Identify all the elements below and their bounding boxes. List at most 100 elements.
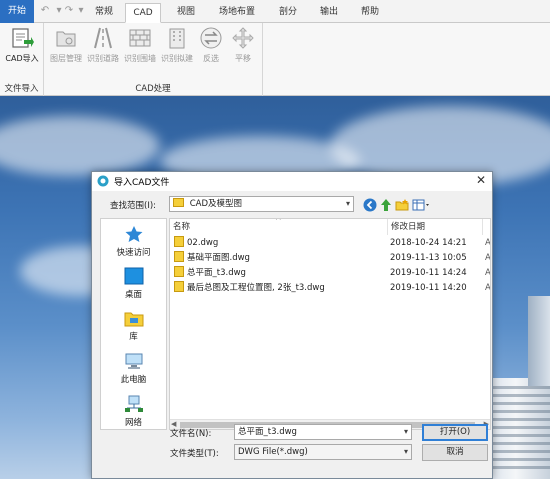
file-name: 最后总图及工程位置图, 2张_t3.dwg [187,283,325,293]
place-label: 桌面 [124,290,142,300]
tab-cad[interactable]: CAD [125,3,161,23]
tab-view[interactable]: 视图 [166,3,206,23]
look-in-dropdown[interactable]: CAD及模型图 ▾ [169,196,354,212]
place-this-pc[interactable]: 此电脑 [101,352,166,385]
file-name-label: 文件名(N): [170,429,212,439]
file-date: 2019-11-13 10:05 [390,253,467,263]
group-file-import: CAD导入 文件导入 [0,23,44,96]
file-name: 02.dwg [187,238,219,248]
file-type-label: 文件类型(T): [170,449,219,459]
sort-ascending-icon: ^ [275,218,282,225]
place-library[interactable]: 库 [101,309,166,342]
building-recognize-button[interactable]: 识别拟建 [159,26,195,64]
look-in-value: CAD及模型图 [189,199,242,209]
view-menu-icon[interactable] [412,198,430,212]
dwg-file-icon [174,266,184,277]
start-menu-button[interactable]: 开始 [0,0,34,23]
invert-select-icon [200,27,222,49]
file-type-value: DWG File(*.dwg) [238,447,308,457]
open-button[interactable]: 打开(O) [422,424,488,441]
back-icon[interactable] [363,198,377,212]
place-quick-access[interactable]: 快速访问 [101,225,166,258]
file-name: 总平面_t3.dwg [187,268,246,278]
road-recognize-label: 识别道路 [87,54,119,63]
wall-recognize-icon [129,29,151,47]
look-in-label: 查找范围(I): [110,201,157,211]
cancel-button[interactable]: 取消 [422,444,488,461]
ribbon-tab-bar: 开始 ↶ ▾ ↷ ▾ 常规 CAD 视图 场地布置 剖分 输出 帮助 [0,0,550,23]
cad-import-icon [12,28,34,48]
place-label: 网络 [124,418,142,428]
tab-general[interactable]: 常规 [86,3,122,23]
column-header-date[interactable]: 修改日期 [388,219,483,235]
place-label: 此电脑 [120,375,147,385]
place-desktop[interactable]: 桌面 [101,267,166,300]
invert-select-button[interactable]: 反选 [196,26,226,64]
network-icon [124,395,143,412]
group-label-file-import: 文件导入 [4,84,39,94]
layer-manage-button[interactable]: 图层管理 [48,26,84,64]
file-type-cell: A [485,283,491,293]
star-icon [125,226,142,242]
group-label-cad-process: CAD处理 [135,84,171,94]
dwg-file-icon [174,236,184,247]
chevron-down-icon: ▾ [403,447,408,456]
building-recognize-label: 识别拟建 [161,54,193,63]
close-icon[interactable]: ✕ [476,173,486,187]
computer-icon [125,353,142,369]
group-cad-process: 图层管理 识别道路 识别围墙 识别拟建 反选 平移 CAD处理 [44,23,263,96]
invert-select-label: 反选 [203,54,219,63]
new-folder-icon[interactable] [395,198,409,212]
layer-manage-label: 图层管理 [50,54,82,63]
place-network[interactable]: 网络 [101,395,166,428]
desktop-icon [124,267,143,285]
file-row[interactable]: 基础平面图.dwg 2019-11-13 10:05 A [170,251,491,266]
file-row[interactable]: 最后总图及工程位置图, 2张_t3.dwg 2019-10-11 14:20 A [170,281,491,296]
file-date: 2018-10-24 14:21 [390,238,467,248]
move-label: 平移 [235,54,251,63]
file-type-cell: A [485,268,491,278]
dialog-title-bar[interactable]: 导入CAD文件 ✕ [92,172,492,191]
file-row[interactable]: 02.dwg 2018-10-24 14:21 A [170,236,491,251]
app-icon [97,175,109,187]
undo-icon[interactable]: ↶ [38,5,52,17]
building-recognize-icon [169,28,185,49]
place-label: 快速访问 [116,248,151,258]
move-button[interactable]: 平移 [228,26,258,64]
file-type-cell: A [485,253,491,263]
wall-recognize-label: 识别围墙 [124,54,156,63]
chevron-down-icon[interactable]: ▾ [404,425,408,439]
import-cad-dialog: 导入CAD文件 ✕ 查找范围(I): CAD及模型图 ▾ 快速访问 桌面 库 此… [91,171,493,479]
road-recognize-button[interactable]: 识别道路 [85,26,121,64]
places-sidebar: 快速访问 桌面 库 此电脑 网络 [100,218,167,430]
file-row[interactable]: 总平面_t3.dwg 2019-10-11 14:24 A [170,266,491,281]
column-header-more[interactable] [483,219,490,235]
file-name: 基础平面图.dwg [187,253,250,263]
cad-import-button[interactable]: CAD导入 [2,26,42,64]
file-name-value: 总平面_t3.dwg [238,427,297,437]
dwg-file-icon [174,281,184,292]
dwg-file-icon [174,251,184,262]
wall-recognize-button[interactable]: 识别围墙 [122,26,158,64]
file-date: 2019-10-11 14:24 [390,268,467,278]
tab-subdivision[interactable]: 剖分 [268,3,308,23]
dialog-title: 导入CAD文件 [114,178,170,188]
tab-site-layout[interactable]: 场地布置 [212,3,262,23]
file-type-dropdown[interactable]: DWG File(*.dwg) ▾ [234,444,412,460]
folder-icon [173,198,184,207]
move-icon [232,27,254,49]
tab-output[interactable]: 输出 [310,3,348,23]
file-name-input[interactable]: 总平面_t3.dwg ▾ [234,424,412,440]
tab-help[interactable]: 帮助 [350,3,390,23]
file-list: 名称 ^ 修改日期 02.dwg 2018-10-24 14:21 A 基础平面… [169,218,491,430]
layer-manage-icon [56,31,76,47]
ribbon-panel: CAD导入 文件导入 图层管理 识别道路 识别围墙 识别拟建 反选 平移 CAD… [0,23,550,96]
place-label: 库 [129,332,138,342]
library-icon [124,312,143,327]
up-folder-icon[interactable] [379,198,393,212]
chevron-down-icon: ▾ [345,199,350,208]
road-recognize-icon [94,27,112,49]
file-type-cell: A [485,238,491,248]
cad-import-label: CAD导入 [5,54,39,63]
file-date: 2019-10-11 14:20 [390,283,467,293]
